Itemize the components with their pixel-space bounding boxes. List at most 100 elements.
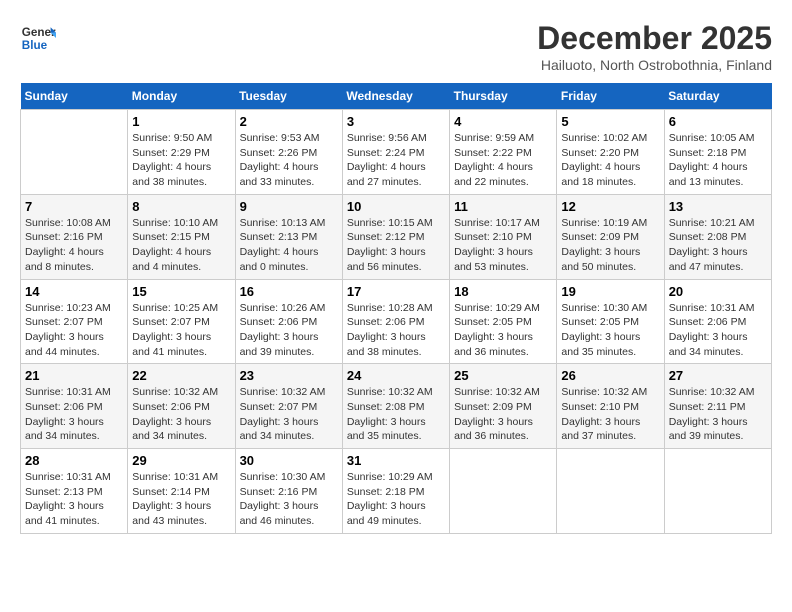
calendar-cell: 28 Sunrise: 10:31 AM Sunset: 2:13 PM Dayl… [21,449,128,534]
day-number: 10 [347,199,445,214]
calendar-cell: 16 Sunrise: 10:26 AM Sunset: 2:06 PM Dayl… [235,279,342,364]
week-row-3: 14 Sunrise: 10:23 AM Sunset: 2:07 PM Dayl… [21,279,772,364]
day-info: Sunrise: 10:25 AM Sunset: 2:07 PM Daylig… [132,301,230,360]
day-number: 3 [347,114,445,129]
day-header-sunday: Sunday [21,83,128,110]
day-info: Sunrise: 10:21 AM Sunset: 2:08 PM Daylig… [669,216,767,275]
day-number: 12 [561,199,659,214]
day-info: Sunrise: 10:10 AM Sunset: 2:15 PM Daylig… [132,216,230,275]
day-header-monday: Monday [128,83,235,110]
calendar-cell [557,449,664,534]
calendar-cell: 6 Sunrise: 10:05 AM Sunset: 2:18 PM Dayli… [664,110,771,195]
day-info: Sunrise: 10:23 AM Sunset: 2:07 PM Daylig… [25,301,123,360]
calendar-cell: 18Sunrise: 10:29 AM Sunset: 2:05 PM Dayl… [450,279,557,364]
title-area: December 2025 Hailuoto, North Ostrobothn… [537,20,772,73]
month-title: December 2025 [537,20,772,57]
header: General Blue December 2025 Hailuoto, Nor… [20,20,772,73]
calendar-cell: 23 Sunrise: 10:32 AM Sunset: 2:07 PM Dayl… [235,364,342,449]
subtitle: Hailuoto, North Ostrobothnia, Finland [537,57,772,73]
day-info: Sunrise: 10:08 AM Sunset: 2:16 PM Daylig… [25,216,123,275]
calendar-cell: 29 Sunrise: 10:31 AM Sunset: 2:14 PM Dayl… [128,449,235,534]
day-number: 14 [25,284,123,299]
day-number: 30 [240,453,338,468]
calendar-cell: 15 Sunrise: 10:25 AM Sunset: 2:07 PM Dayl… [128,279,235,364]
day-number: 15 [132,284,230,299]
day-info: Sunrise: 10:30 AM Sunset: 2:05 PM Daylig… [561,301,659,360]
day-info: Sunrise: 10:02 AM Sunset: 2:20 PM Daylig… [561,131,659,190]
day-number: 22 [132,368,230,383]
calendar-cell [450,449,557,534]
day-header-friday: Friday [557,83,664,110]
calendar-cell: 12Sunrise: 10:19 AM Sunset: 2:09 PM Dayl… [557,194,664,279]
svg-text:Blue: Blue [22,39,48,52]
day-number: 17 [347,284,445,299]
day-info: Sunrise: 10:28 AM Sunset: 2:06 PM Daylig… [347,301,445,360]
day-header-wednesday: Wednesday [342,83,449,110]
calendar-cell: 8Sunrise: 10:10 AM Sunset: 2:15 PM Dayli… [128,194,235,279]
day-number: 29 [132,453,230,468]
day-info: Sunrise: 10:13 AM Sunset: 2:13 PM Daylig… [240,216,338,275]
day-info: Sunrise: 9:50 AM Sunset: 2:29 PM Dayligh… [132,131,230,190]
day-info: Sunrise: 10:31 AM Sunset: 2:06 PM Daylig… [25,385,123,444]
calendar-cell: 19 Sunrise: 10:30 AM Sunset: 2:05 PM Dayl… [557,279,664,364]
day-number: 26 [561,368,659,383]
day-number: 23 [240,368,338,383]
calendar-cell: 25Sunrise: 10:32 AM Sunset: 2:09 PM Dayl… [450,364,557,449]
day-info: Sunrise: 10:32 AM Sunset: 2:09 PM Daylig… [454,385,552,444]
day-number: 31 [347,453,445,468]
day-number: 27 [669,368,767,383]
calendar-cell: 20 Sunrise: 10:31 AM Sunset: 2:06 PM Dayl… [664,279,771,364]
logo-icon: General Blue [20,20,56,56]
week-row-5: 28 Sunrise: 10:31 AM Sunset: 2:13 PM Dayl… [21,449,772,534]
calendar-cell: 24Sunrise: 10:32 AM Sunset: 2:08 PM Dayl… [342,364,449,449]
day-info: Sunrise: 10:15 AM Sunset: 2:12 PM Daylig… [347,216,445,275]
calendar-cell: 31 Sunrise: 10:29 AM Sunset: 2:18 PM Dayl… [342,449,449,534]
week-row-1: 1 Sunrise: 9:50 AM Sunset: 2:29 PM Daylig… [21,110,772,195]
day-header-thursday: Thursday [450,83,557,110]
calendar-cell [21,110,128,195]
day-number: 5 [561,114,659,129]
day-info: Sunrise: 10:31 AM Sunset: 2:13 PM Daylig… [25,470,123,529]
day-number: 2 [240,114,338,129]
day-header-tuesday: Tuesday [235,83,342,110]
calendar-cell: 9 Sunrise: 10:13 AM Sunset: 2:13 PM Dayli… [235,194,342,279]
day-number: 4 [454,114,552,129]
calendar-cell: 4Sunrise: 9:59 AM Sunset: 2:22 PM Daylig… [450,110,557,195]
day-number: 7 [25,199,123,214]
day-info: Sunrise: 10:32 AM Sunset: 2:07 PM Daylig… [240,385,338,444]
calendar-cell: 22 Sunrise: 10:32 AM Sunset: 2:06 PM Dayl… [128,364,235,449]
day-info: Sunrise: 10:05 AM Sunset: 2:18 PM Daylig… [669,131,767,190]
day-number: 9 [240,199,338,214]
day-info: Sunrise: 10:32 AM Sunset: 2:10 PM Daylig… [561,385,659,444]
calendar-cell: 30 Sunrise: 10:30 AM Sunset: 2:16 PM Dayl… [235,449,342,534]
calendar-cell: 3 Sunrise: 9:56 AM Sunset: 2:24 PM Daylig… [342,110,449,195]
week-row-4: 21 Sunrise: 10:31 AM Sunset: 2:06 PM Dayl… [21,364,772,449]
day-info: Sunrise: 10:32 AM Sunset: 2:11 PM Daylig… [669,385,767,444]
calendar-cell: 5 Sunrise: 10:02 AM Sunset: 2:20 PM Dayli… [557,110,664,195]
day-number: 6 [669,114,767,129]
day-info: Sunrise: 10:31 AM Sunset: 2:14 PM Daylig… [132,470,230,529]
day-info: Sunrise: 10:29 AM Sunset: 2:05 PM Daylig… [454,301,552,360]
day-info: Sunrise: 10:32 AM Sunset: 2:06 PM Daylig… [132,385,230,444]
day-info: Sunrise: 10:29 AM Sunset: 2:18 PM Daylig… [347,470,445,529]
day-info: Sunrise: 9:56 AM Sunset: 2:24 PM Dayligh… [347,131,445,190]
calendar-cell: 10 Sunrise: 10:15 AM Sunset: 2:12 PM Dayl… [342,194,449,279]
week-row-2: 7 Sunrise: 10:08 AM Sunset: 2:16 PM Dayli… [21,194,772,279]
calendar-cell: 14 Sunrise: 10:23 AM Sunset: 2:07 PM Dayl… [21,279,128,364]
day-number: 16 [240,284,338,299]
day-number: 21 [25,368,123,383]
day-info: Sunrise: 10:26 AM Sunset: 2:06 PM Daylig… [240,301,338,360]
day-info: Sunrise: 10:31 AM Sunset: 2:06 PM Daylig… [669,301,767,360]
calendar-cell: 11Sunrise: 10:17 AM Sunset: 2:10 PM Dayl… [450,194,557,279]
calendar-cell: 21 Sunrise: 10:31 AM Sunset: 2:06 PM Dayl… [21,364,128,449]
day-number: 1 [132,114,230,129]
calendar-cell: 17 Sunrise: 10:28 AM Sunset: 2:06 PM Dayl… [342,279,449,364]
day-info: Sunrise: 10:30 AM Sunset: 2:16 PM Daylig… [240,470,338,529]
day-number: 19 [561,284,659,299]
day-number: 20 [669,284,767,299]
day-number: 13 [669,199,767,214]
day-info: Sunrise: 10:32 AM Sunset: 2:08 PM Daylig… [347,385,445,444]
day-info: Sunrise: 10:17 AM Sunset: 2:10 PM Daylig… [454,216,552,275]
calendar-cell: 2Sunrise: 9:53 AM Sunset: 2:26 PM Daylig… [235,110,342,195]
day-number: 28 [25,453,123,468]
